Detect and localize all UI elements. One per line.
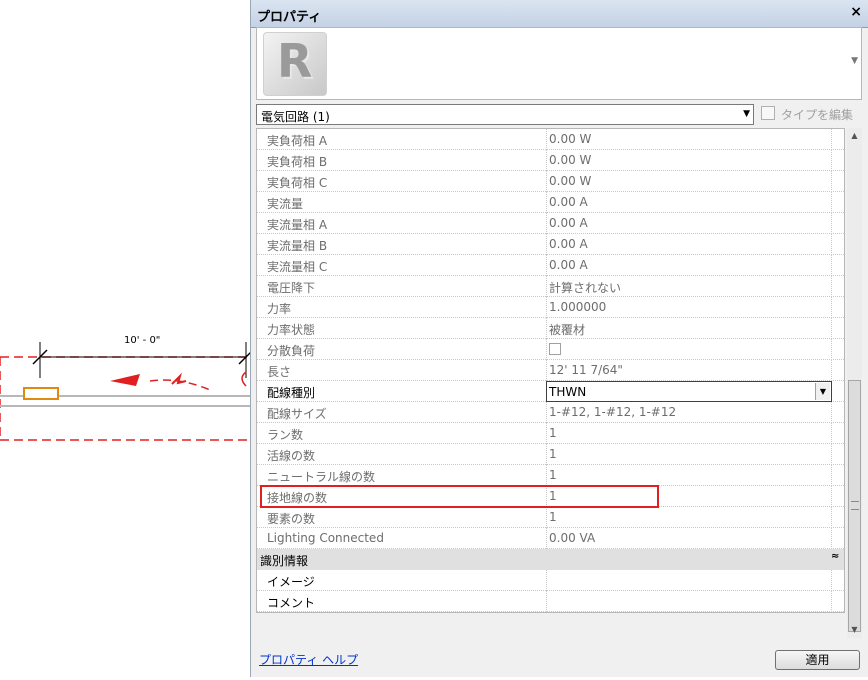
- property-name: 力率: [267, 302, 292, 316]
- property-value: 1.000000: [549, 300, 607, 314]
- type-selector-label: 電気回路 (1): [261, 110, 330, 124]
- property-value: 被覆材: [549, 323, 586, 337]
- apply-button[interactable]: 適用: [775, 650, 860, 670]
- type-selector[interactable]: 電気回路 (1) ▼: [256, 104, 754, 125]
- collapse-icon[interactable]: ≈: [831, 551, 839, 562]
- property-row[interactable]: 要素の数 1: [257, 507, 844, 528]
- property-value: 0.00 W: [549, 174, 592, 188]
- scroll-thumb[interactable]: [848, 380, 861, 632]
- property-value: 1-#12, 1-#12, 1-#12: [549, 405, 677, 419]
- property-row[interactable]: ニュートラル線の数 1: [257, 465, 844, 486]
- properties-help-link[interactable]: プロパティ ヘルプ: [259, 651, 358, 668]
- distributed-load-checkbox[interactable]: [549, 343, 561, 355]
- group-header-identity[interactable]: 識別情報 ≈: [257, 549, 844, 570]
- preview-dropdown-icon[interactable]: ▼: [851, 56, 858, 66]
- property-name: 実流量: [267, 197, 304, 211]
- property-name: 活線の数: [267, 449, 316, 463]
- group-title: 識別情報: [260, 554, 309, 568]
- property-name: ラン数: [267, 428, 304, 442]
- property-name: 長さ: [267, 365, 292, 379]
- property-row[interactable]: 配線サイズ 1-#12, 1-#12, 1-#12: [257, 402, 844, 423]
- property-name: 配線サイズ: [267, 407, 327, 421]
- property-row[interactable]: 分散負荷: [257, 339, 844, 360]
- property-row[interactable]: 実負荷相 C 0.00 W: [257, 171, 844, 192]
- close-icon[interactable]: ×: [850, 4, 862, 20]
- property-row[interactable]: コメント: [257, 591, 844, 612]
- type-preview: R ▼: [256, 27, 862, 100]
- property-value: 1: [549, 468, 557, 482]
- chevron-down-icon[interactable]: ▼: [743, 109, 750, 119]
- revit-logo-icon: R: [263, 32, 327, 96]
- property-row[interactable]: Lighting Connected 0.00 VA: [257, 528, 844, 549]
- property-value: 0.00 A: [549, 195, 588, 209]
- property-name: 電圧降下: [267, 281, 316, 295]
- panel-titlebar[interactable]: プロパティ ×: [251, 0, 868, 28]
- property-name: イメージ: [267, 575, 315, 589]
- dimension-text: 10' - 0": [124, 335, 161, 346]
- vertical-scrollbar[interactable]: ▲ ▼: [847, 128, 862, 638]
- scroll-down-icon[interactable]: ▼: [847, 622, 862, 637]
- property-row[interactable]: 実流量相 B 0.00 A: [257, 234, 844, 255]
- property-name: 実負荷相 B: [267, 155, 328, 169]
- property-name: 分散負荷: [267, 344, 316, 358]
- property-name: コメント: [267, 596, 316, 610]
- property-name: 配線種別: [267, 386, 316, 400]
- property-value: 0.00 VA: [549, 531, 596, 545]
- properties-panel: プロパティ × R ▼ 電気回路 (1) ▼ タイプを編集 実負荷相 A 0.0…: [250, 0, 868, 677]
- wire-type-select[interactable]: THWN ▼: [546, 381, 832, 402]
- panel-title: プロパティ: [257, 10, 322, 25]
- property-name: 実流量相 C: [267, 260, 328, 274]
- property-value: 12' 11 7/64": [549, 363, 623, 377]
- property-value: 計算されない: [549, 281, 622, 295]
- property-name: 実流量相 A: [267, 218, 328, 232]
- property-name: Lighting Connected: [267, 531, 384, 545]
- chevron-down-icon[interactable]: ▼: [815, 383, 830, 400]
- property-name: ニュートラル線の数: [267, 470, 376, 484]
- property-row[interactable]: 実負荷相 A 0.00 W: [257, 129, 844, 150]
- property-name: 力率状態: [267, 323, 316, 337]
- property-value: 1: [549, 510, 557, 524]
- property-name: 実負荷相 A: [267, 134, 328, 148]
- property-row[interactable]: 実負荷相 B 0.00 W: [257, 150, 844, 171]
- property-value: 0.00 W: [549, 132, 592, 146]
- property-row[interactable]: イメージ: [257, 570, 844, 591]
- scroll-up-icon[interactable]: ▲: [847, 128, 862, 143]
- property-name: 実負荷相 C: [267, 176, 328, 190]
- property-name: 実流量相 B: [267, 239, 328, 253]
- property-value: 0.00 A: [549, 216, 588, 230]
- length-highlight-box: [260, 485, 659, 508]
- property-value: 1: [549, 426, 557, 440]
- property-row[interactable]: ラン数 1: [257, 423, 844, 444]
- drawing-canvas[interactable]: 10' - 0": [0, 0, 254, 677]
- property-name: 要素の数: [267, 512, 316, 526]
- property-row[interactable]: 電圧降下 計算されない: [257, 276, 844, 297]
- property-row-wire-type[interactable]: 配線種別 THWN ▼: [257, 381, 844, 402]
- property-value: 0.00 A: [549, 237, 588, 251]
- property-value: 0.00 A: [549, 258, 588, 272]
- property-row[interactable]: 実流量相 C 0.00 A: [257, 255, 844, 276]
- property-row-length[interactable]: 長さ 12' 11 7/64": [257, 360, 844, 381]
- properties-grid: 実負荷相 A 0.00 W 実負荷相 B 0.00 W 実負荷相 C 0.00 …: [256, 128, 845, 613]
- property-row[interactable]: 力率状態 被覆材: [257, 318, 844, 339]
- property-row[interactable]: 実流量相 A 0.00 A: [257, 213, 844, 234]
- property-row[interactable]: 活線の数 1: [257, 444, 844, 465]
- property-value: 1: [549, 447, 557, 461]
- property-value: 0.00 W: [549, 153, 592, 167]
- edit-type-label: タイプを編集: [781, 108, 854, 122]
- edit-type-icon: [761, 106, 775, 120]
- property-row[interactable]: 実流量 0.00 A: [257, 192, 844, 213]
- wire-type-value: THWN: [549, 385, 587, 399]
- property-row[interactable]: 力率 1.000000: [257, 297, 844, 318]
